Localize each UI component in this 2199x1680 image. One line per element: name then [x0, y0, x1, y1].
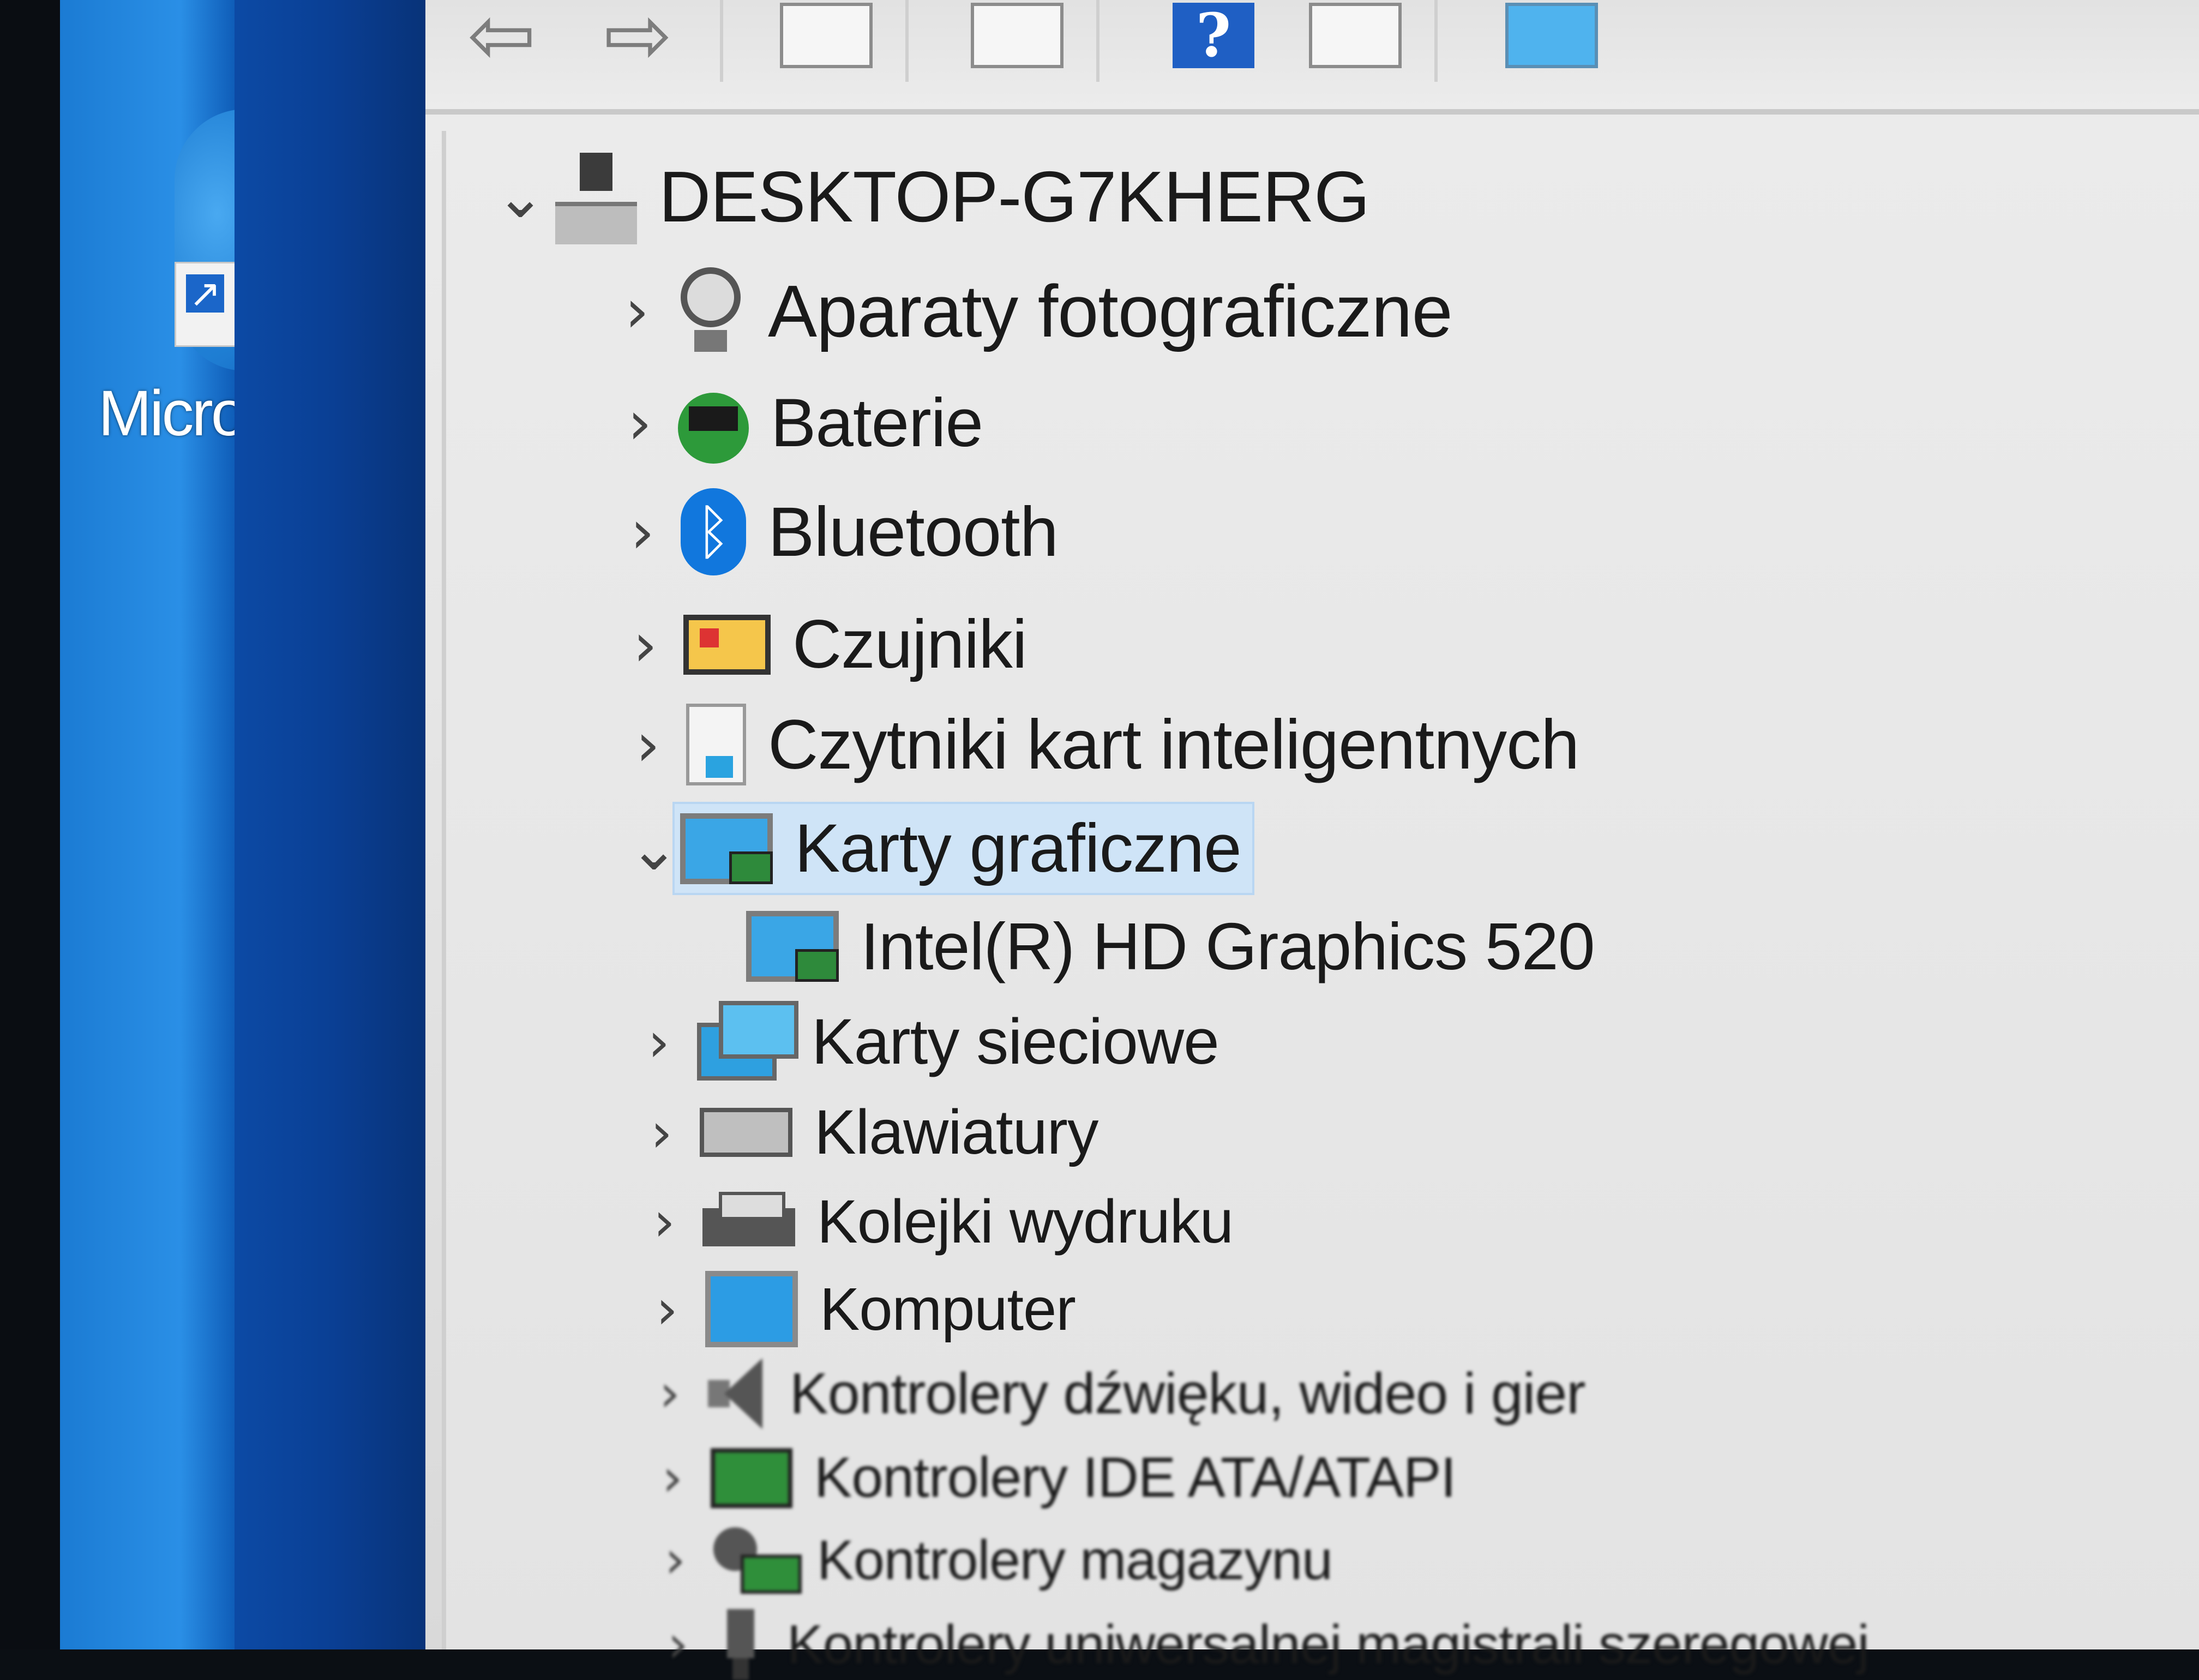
bluetooth-icon: ᛒ: [681, 488, 746, 575]
console-tree-icon: [780, 3, 873, 68]
device-manager-window: ⇦ ⇨ ? ⌄ DESKTOP-G7KHERG › Aparaty fotogr…: [425, 0, 2199, 1680]
sound-icon: [708, 1358, 768, 1429]
properties-button[interactable]: [971, 0, 1064, 71]
shortcut-arrow-icon: ↗: [186, 274, 224, 313]
selection-highlight: Karty graficzne: [672, 802, 1254, 895]
expand-chevron-icon[interactable]: ›: [651, 1448, 694, 1508]
expand-chevron-icon[interactable]: ›: [640, 1101, 683, 1165]
toolbar-separator: [1434, 0, 1438, 82]
tree-item-label: Aparaty fotograficzne: [768, 269, 1453, 352]
usb-controller-icon: [716, 1609, 765, 1680]
scan-hardware-icon: [1505, 3, 1598, 68]
expand-chevron-icon[interactable]: ›: [656, 1615, 700, 1675]
action-pane-icon: [1309, 3, 1402, 68]
collapse-chevron-icon[interactable]: ⌄: [495, 161, 545, 231]
tree-item-label: Intel(R) HD Graphics 520: [861, 909, 1595, 983]
tree-item-label: Kontrolery uniwersalnej magistrali szere…: [787, 1613, 1870, 1675]
tree-item-label: Bluetooth: [768, 493, 1059, 571]
console-tree-button[interactable]: [780, 0, 873, 71]
help-button[interactable]: ?: [1173, 0, 1254, 71]
expand-chevron-icon[interactable]: ›: [623, 610, 667, 680]
print-queue-icon: [702, 1191, 795, 1252]
tree-item-storage-controllers[interactable]: › Kontrolery magazynu: [653, 1527, 1333, 1594]
display-adapter-icon: [680, 813, 773, 884]
forward-button[interactable]: ⇨: [589, 0, 687, 83]
tree-item-label: Czytniki kart inteligentnych: [768, 705, 1579, 784]
back-arrow-icon: ⇦: [467, 0, 536, 83]
tree-item-label: Baterie: [771, 385, 983, 461]
tree-item-label: Kontrolery IDE ATA/ATAPI: [814, 1446, 1456, 1509]
tree-item-keyboards[interactable]: › Klawiatury: [640, 1096, 1098, 1168]
window-border: [235, 0, 431, 1649]
tree-item-cameras[interactable]: › Aparaty fotograficzne: [615, 267, 1453, 355]
toolbar-separator: [720, 0, 723, 82]
properties-icon: [971, 3, 1064, 68]
network-adapter-icon: [697, 1001, 798, 1083]
expand-chevron-icon[interactable]: ›: [642, 1190, 686, 1253]
back-button[interactable]: ⇦: [453, 0, 551, 83]
computer-icon: [705, 1271, 798, 1347]
camera-icon: [675, 267, 746, 355]
tree-item-label: Klawiatury: [814, 1097, 1098, 1167]
scan-hardware-button[interactable]: [1505, 0, 1598, 71]
tree-root-label: DESKTOP-G7KHERG: [659, 156, 1370, 237]
tree-item-smart-card-readers[interactable]: › Czytniki kart inteligentnych: [626, 704, 1579, 785]
tree-item-label: Kontrolery dźwięku, wideo i gier: [790, 1361, 1586, 1426]
tree-item-usb-controllers[interactable]: › Kontrolery uniwersalnej magistrali sze…: [656, 1609, 1870, 1680]
tree-root[interactable]: ⌄ DESKTOP-G7KHERG: [495, 153, 1370, 244]
tree-item-label: Karty sieciowe: [812, 1006, 1219, 1078]
tree-item-label: Karty graficzne: [795, 811, 1242, 886]
toolbar: ⇦ ⇨ ?: [425, 0, 2199, 115]
tree-device-intel-hd-graphics[interactable]: Intel(R) HD Graphics 520: [730, 908, 1595, 985]
display-adapter-icon: [746, 911, 839, 982]
storage-controller-icon: [713, 1527, 802, 1594]
expand-chevron-icon[interactable]: ›: [618, 388, 662, 458]
computer-root-icon: [555, 153, 637, 244]
device-tree: ⌄ DESKTOP-G7KHERG › Aparaty fotograficzn…: [442, 131, 2199, 1680]
sensor-icon: [683, 614, 771, 675]
keyboard-icon: [700, 1108, 792, 1157]
expand-chevron-icon[interactable]: ›: [626, 710, 670, 779]
tree-item-bluetooth[interactable]: › ᛒ Bluetooth: [621, 488, 1059, 575]
tree-item-label: Kontrolery magazynu: [817, 1528, 1333, 1591]
ide-controller-icon: [711, 1448, 792, 1508]
tree-item-print-queues[interactable]: › Kolejki wydruku: [642, 1186, 1234, 1257]
tree-item-display-adapters[interactable]: ⌄ Karty graficzne: [629, 802, 1254, 895]
toolbar-separator: [905, 0, 909, 82]
smart-card-reader-icon: [686, 704, 746, 785]
expand-chevron-icon[interactable]: ›: [648, 1364, 692, 1424]
collapse-chevron-icon[interactable]: ⌄: [629, 814, 679, 884]
forward-arrow-icon: ⇨: [604, 0, 672, 83]
tree-item-sound-video-game-controllers[interactable]: › Kontrolery dźwięku, wideo i gier: [648, 1358, 1586, 1429]
expand-chevron-icon[interactable]: ›: [621, 497, 664, 567]
toolbar-separator: [1096, 0, 1100, 82]
tree-item-batteries[interactable]: › Baterie: [618, 382, 983, 464]
expand-chevron-icon[interactable]: ›: [615, 276, 659, 346]
tree-item-computer[interactable]: › Komputer: [645, 1271, 1076, 1347]
action-pane-button[interactable]: [1309, 0, 1402, 71]
tree-item-label: Czujniki: [792, 607, 1028, 682]
tree-item-label: Komputer: [820, 1275, 1076, 1343]
expand-chevron-icon[interactable]: ›: [637, 1010, 681, 1074]
battery-icon: [678, 382, 749, 464]
expand-chevron-icon[interactable]: ›: [645, 1277, 689, 1341]
tree-item-network-adapters[interactable]: › Karty sieciowe: [637, 1001, 1219, 1083]
help-icon: ?: [1173, 3, 1254, 68]
tree-item-ide-controllers[interactable]: › Kontrolery IDE ATA/ATAPI: [651, 1445, 1456, 1510]
tree-item-label: Kolejki wydruku: [817, 1187, 1234, 1256]
tree-item-sensors[interactable]: › Czujniki: [623, 605, 1028, 683]
expand-chevron-icon[interactable]: ›: [653, 1530, 697, 1590]
